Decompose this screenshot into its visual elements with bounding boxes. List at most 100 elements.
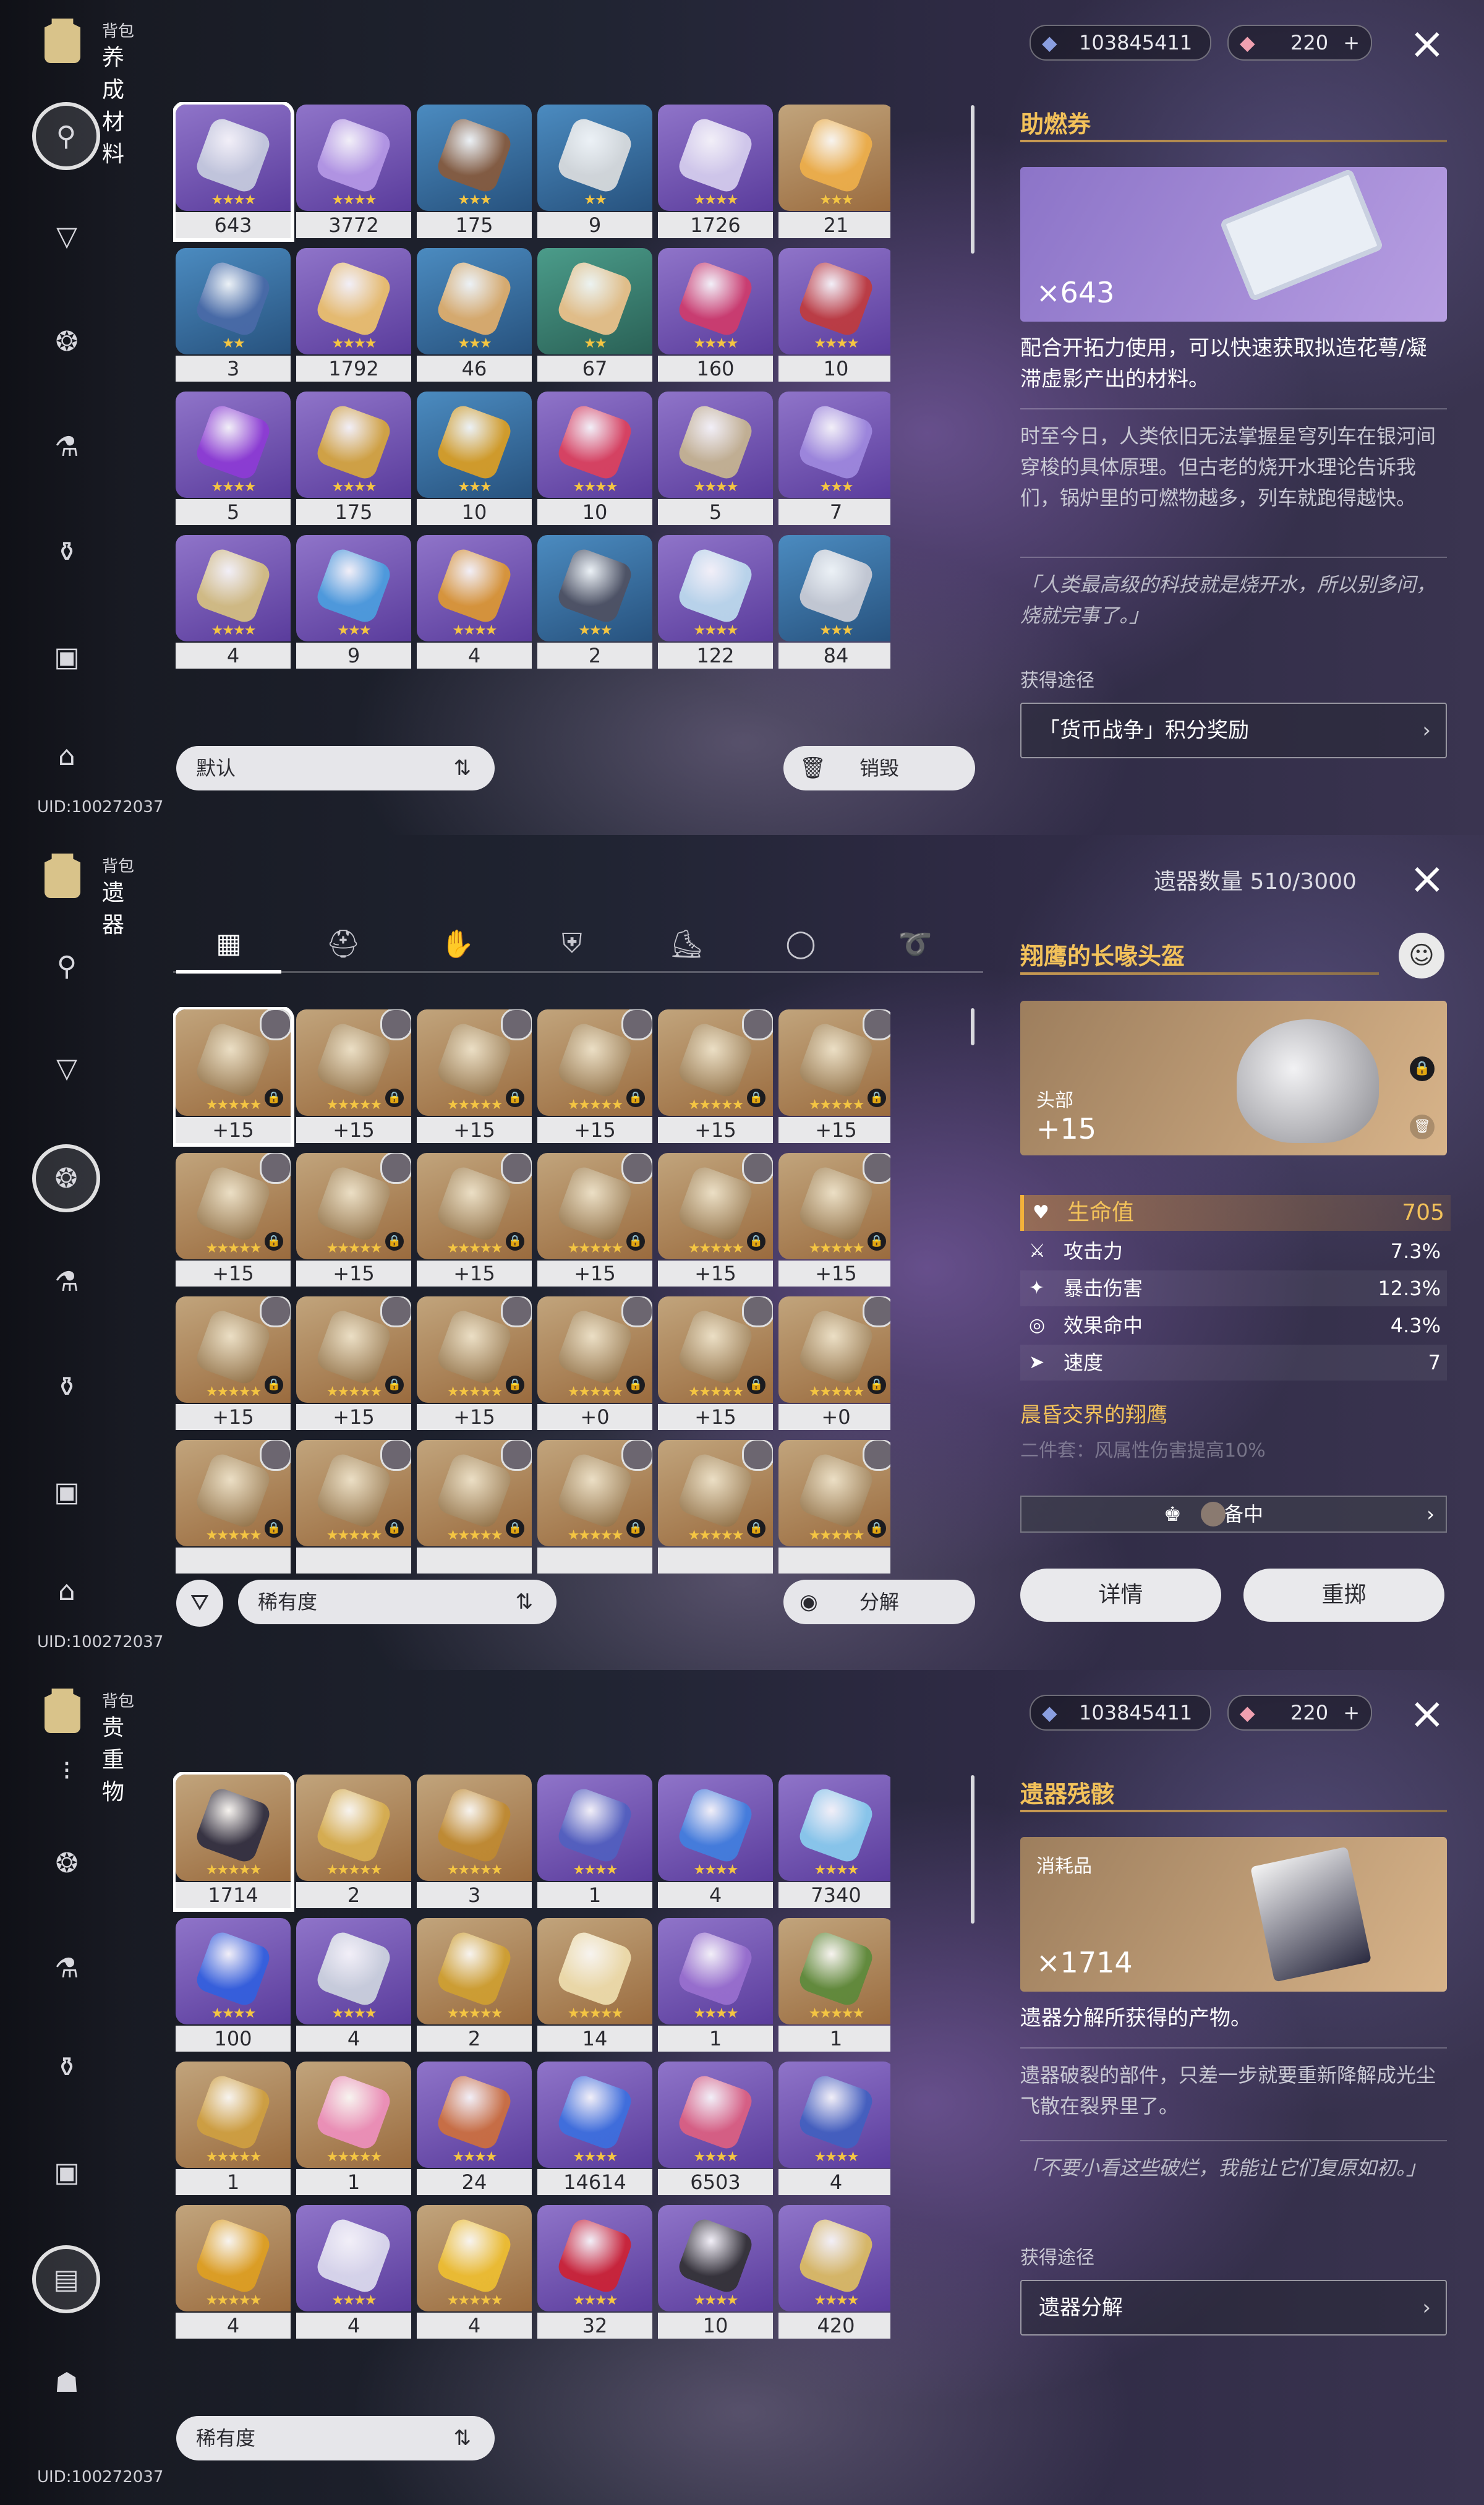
- item-slot[interactable]: ★★★★ 1792: [296, 248, 411, 382]
- item-slot[interactable]: ★★★★ 4: [778, 2062, 890, 2195]
- relic-slot[interactable]: ★★★★★ 🔒: [176, 1440, 291, 1574]
- relic-slot[interactable]: ★★★★★ 🔒 +15: [537, 1009, 652, 1143]
- sidebar-mission-icon[interactable]: ▣: [47, 637, 87, 677]
- sidebar-materials-icon[interactable]: ⚲: [47, 946, 87, 986]
- item-slot[interactable]: ★★★★ 4: [658, 1775, 773, 1908]
- close-icon[interactable]: ×: [1407, 857, 1448, 901]
- relic-slot[interactable]: ★★★★★ 🔒 +15: [296, 1009, 411, 1143]
- sidebar-relic-icon[interactable]: ❂: [32, 1144, 100, 1212]
- relic-slot[interactable]: ★★★★★ 🔒: [296, 1440, 411, 1574]
- item-slot[interactable]: ★★★★ 6503: [658, 2062, 773, 2195]
- item-slot[interactable]: ★★★★ 1: [537, 1775, 652, 1908]
- sidebar-more-icon[interactable]: ⌂: [47, 1571, 87, 1611]
- item-slot[interactable]: ★★★★ 4: [176, 535, 291, 669]
- relic-slot[interactable]: ★★★★★ 🔒 +15: [417, 1009, 532, 1143]
- relic-slot[interactable]: ★★★★★ 🔒: [417, 1440, 532, 1574]
- item-slot[interactable]: ★★★★★ 14: [537, 1918, 652, 2052]
- source-link[interactable]: 遗器分解 ›: [1020, 2280, 1447, 2336]
- item-slot[interactable]: ★★ 67: [537, 248, 652, 382]
- close-icon[interactable]: ×: [1407, 1692, 1448, 1736]
- salvage-button[interactable]: ◉ 分解: [783, 1580, 975, 1624]
- sidebar-lightcone-icon[interactable]: ▽: [47, 216, 87, 256]
- item-slot[interactable]: ★★★★ 643: [176, 105, 291, 238]
- tab-all-icon[interactable]: ▦: [204, 928, 254, 965]
- item-slot[interactable]: ★★★★★ 1714: [176, 1775, 291, 1908]
- item-slot[interactable]: ★★★★ 4: [296, 2205, 411, 2339]
- sort-dropdown[interactable]: 稀有度 ⇅: [238, 1580, 556, 1624]
- add-crystal-button[interactable]: +: [1343, 1696, 1360, 1729]
- item-slot[interactable]: ★★★★★ 4: [176, 2205, 291, 2339]
- relic-slot[interactable]: ★★★★★ 🔒: [778, 1440, 890, 1574]
- sidebar-upgrade-icon[interactable]: ⚗: [47, 427, 87, 466]
- sidebar-consumable-icon[interactable]: ⚱: [47, 2047, 87, 2087]
- item-slot[interactable]: ★★★★ 14614: [537, 2062, 652, 2195]
- relic-slot[interactable]: ★★★★★ 🔒: [658, 1440, 773, 1574]
- item-slot[interactable]: ★★★★★ 2: [417, 1918, 532, 2052]
- sort-dropdown[interactable]: 默认 ⇅: [176, 746, 495, 790]
- relic-slot[interactable]: ★★★★★ 🔒: [537, 1440, 652, 1574]
- item-slot[interactable]: ★★★★ 3772: [296, 105, 411, 238]
- filter-icon[interactable]: ⛛: [176, 1580, 223, 1627]
- relic-slot[interactable]: ★★★★★ 🔒 +15: [296, 1153, 411, 1287]
- tab-head-icon[interactable]: ⛑: [318, 928, 368, 965]
- sidebar-relic-icon[interactable]: ❂: [47, 1843, 87, 1883]
- item-slot[interactable]: ★★★★★ 3: [417, 1775, 532, 1908]
- item-slot[interactable]: ★★★ 21: [778, 105, 890, 238]
- tab-body-icon[interactable]: ⛨: [547, 928, 597, 965]
- scrollbar[interactable]: [971, 1008, 974, 1045]
- tab-hands-icon[interactable]: ✋: [433, 928, 482, 965]
- reroll-button[interactable]: 重掷: [1243, 1569, 1444, 1622]
- sidebar-consumable-icon[interactable]: ⚱: [47, 1367, 87, 1407]
- sidebar-valuables-icon[interactable]: ▤: [32, 2245, 100, 2313]
- item-slot[interactable]: ★★★★ 7340: [778, 1775, 890, 1908]
- sort-order-icon[interactable]: ⇅: [454, 2416, 472, 2460]
- item-slot[interactable]: ★★★ 46: [417, 248, 532, 382]
- tab-feet-icon[interactable]: ⛸: [662, 928, 711, 965]
- item-slot[interactable]: ★★★★ 122: [658, 535, 773, 669]
- item-slot[interactable]: ★★★★★ 2: [296, 1775, 411, 1908]
- relic-slot[interactable]: ★★★★★ 🔒 +0: [778, 1296, 890, 1430]
- item-slot[interactable]: ★★★★ 1726: [658, 105, 773, 238]
- item-slot[interactable]: ★★★★ 10: [778, 248, 890, 382]
- item-slot[interactable]: ★★★★ 10: [658, 2205, 773, 2339]
- item-slot[interactable]: ★★★★★ 1: [296, 2062, 411, 2195]
- item-slot[interactable]: ★★★★★ 1: [176, 2062, 291, 2195]
- scrollbar[interactable]: [971, 1775, 974, 1924]
- sidebar-consumable-icon[interactable]: ⚱: [47, 532, 87, 572]
- sidebar-more-icon[interactable]: ☗: [47, 2363, 87, 2402]
- item-slot[interactable]: ★★★★ 4: [296, 1918, 411, 2052]
- item-slot[interactable]: ★★★★ 5: [176, 392, 291, 525]
- relic-slot[interactable]: ★★★★★ 🔒 +15: [176, 1009, 291, 1143]
- relic-slot[interactable]: ★★★★★ 🔒 +15: [296, 1296, 411, 1430]
- item-slot[interactable]: ★★ 3: [176, 248, 291, 382]
- sort-order-icon[interactable]: ⇅: [516, 1580, 534, 1624]
- relic-slot[interactable]: ★★★★★ 🔒 +15: [658, 1153, 773, 1287]
- tab-sphere-icon[interactable]: ◯: [776, 928, 825, 965]
- relic-slot[interactable]: ★★★★★ 🔒 +15: [417, 1153, 532, 1287]
- item-slot[interactable]: ★★ 9: [537, 105, 652, 238]
- close-icon[interactable]: ×: [1407, 22, 1448, 66]
- tab-rope-icon[interactable]: ➰: [890, 928, 940, 965]
- item-slot[interactable]: ★★★ 7: [778, 392, 890, 525]
- item-slot[interactable]: ★★★★ 5: [658, 392, 773, 525]
- item-slot[interactable]: ★★★★ 32: [537, 2205, 652, 2339]
- item-slot[interactable]: ★★★★ 420: [778, 2205, 890, 2339]
- sidebar-lightcone-icon[interactable]: ▽: [47, 1048, 87, 1088]
- sort-dropdown[interactable]: 稀有度 ⇅: [176, 2416, 495, 2460]
- item-slot[interactable]: ★★★★ 160: [658, 248, 773, 382]
- item-slot[interactable]: ★★★ 175: [417, 105, 532, 238]
- lock-icon[interactable]: 🔒: [1410, 1056, 1435, 1081]
- item-slot[interactable]: ★★★ 10: [417, 392, 532, 525]
- sidebar-relic-icon[interactable]: ❂: [47, 322, 87, 361]
- relic-slot[interactable]: ★★★★★ 🔒 +15: [778, 1009, 890, 1143]
- sidebar-lightcone-icon[interactable]: ⁝: [47, 1750, 87, 1790]
- details-button[interactable]: 详情: [1020, 1569, 1221, 1622]
- item-slot[interactable]: ★★★★ 100: [176, 1918, 291, 2052]
- item-slot[interactable]: ★★★★ 4: [417, 535, 532, 669]
- relic-slot[interactable]: ★★★★★ 🔒 +15: [417, 1296, 532, 1430]
- sidebar-materials-icon[interactable]: ⚲: [32, 102, 100, 170]
- discard-icon[interactable]: 🗑: [1410, 1115, 1435, 1139]
- sidebar-more-icon[interactable]: ⌂: [47, 736, 87, 776]
- relic-slot[interactable]: ★★★★★ 🔒 +15: [658, 1009, 773, 1143]
- relic-slot[interactable]: ★★★★★ 🔒 +15: [778, 1153, 890, 1287]
